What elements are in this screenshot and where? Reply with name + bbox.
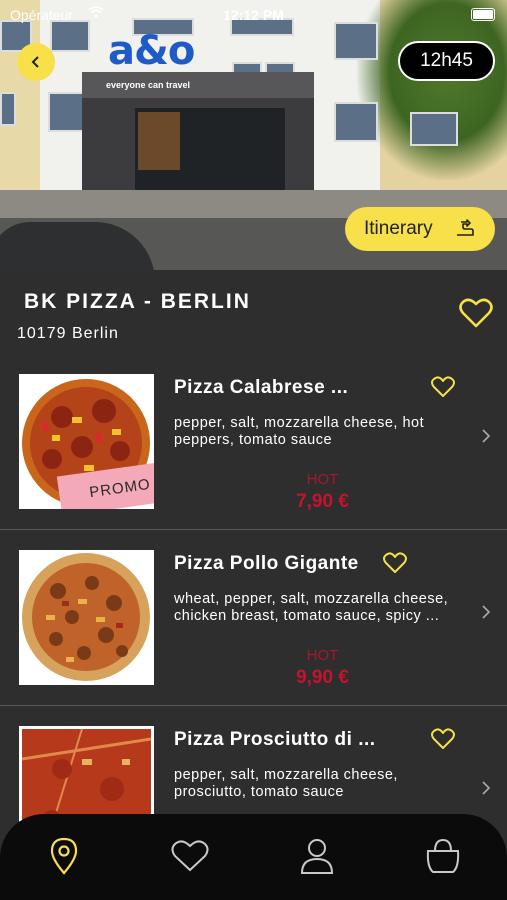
- item-title: Pizza Calabrese ...: [174, 377, 349, 398]
- item-description: wheat, pepper, salt, mozzarella cheese, …: [174, 591, 449, 624]
- favorite-restaurant-button[interactable]: [459, 297, 493, 334]
- item-title: Pizza Prosciutto di ...: [174, 729, 376, 750]
- hotel-logo: a&o: [108, 28, 195, 74]
- pizza-image: PROMO: [19, 374, 154, 509]
- menu-item-1[interactable]: PROMO Pizza Calabrese ... pepper, salt, …: [0, 354, 507, 530]
- favorite-item-button[interactable]: [383, 552, 407, 579]
- battery-icon: [471, 8, 495, 21]
- time-badge: 12h45: [398, 41, 495, 81]
- heart-icon: [431, 728, 455, 749]
- back-button[interactable]: [17, 43, 55, 81]
- basket-icon: [426, 838, 460, 873]
- itinerary-button[interactable]: Itinerary: [345, 207, 495, 251]
- restaurant-address: 10179 Berlin: [17, 325, 119, 342]
- item-title: Pizza Pollo Gigante: [174, 553, 359, 574]
- item-price: 7,90 €: [296, 491, 349, 512]
- tab-basket[interactable]: [423, 836, 463, 876]
- map-pin-icon: [50, 837, 78, 875]
- tab-map[interactable]: [44, 836, 84, 876]
- status-bar: Opérateur 12:12 PM: [0, 0, 507, 28]
- chevron-left-icon: [31, 56, 39, 68]
- chevron-right-icon: [481, 428, 491, 449]
- tab-profile[interactable]: [297, 836, 337, 876]
- restaurant-name: BK PIZZA - BERLIN: [24, 290, 251, 313]
- menu-item-2[interactable]: Pizza Pollo Gigante wheat, pepper, salt,…: [0, 530, 507, 706]
- itinerary-label: Itinerary: [364, 218, 433, 239]
- favorite-item-button[interactable]: [431, 728, 455, 755]
- tab-favorites[interactable]: [170, 836, 210, 876]
- heart-icon: [459, 298, 493, 328]
- item-description: pepper, salt, mozzarella cheese, hot pep…: [174, 415, 425, 448]
- favorite-item-button[interactable]: [431, 376, 455, 403]
- pizza-image: [19, 550, 154, 685]
- heart-icon: [383, 552, 407, 573]
- directions-icon: [455, 219, 475, 243]
- heart-icon: [171, 840, 209, 872]
- entrance-sign: everyone can travel: [106, 80, 191, 90]
- item-tag: HOT: [306, 647, 339, 664]
- user-icon: [300, 839, 334, 874]
- item-description: pepper, salt, mozzarella cheese, prosciu…: [174, 767, 398, 800]
- heart-icon: [431, 376, 455, 397]
- item-tag: HOT: [306, 471, 339, 488]
- item-price: 9,90 €: [296, 667, 349, 688]
- chevron-right-icon: [481, 780, 491, 801]
- status-time: 12:12 PM: [223, 7, 284, 23]
- chevron-right-icon: [481, 604, 491, 625]
- time-badge-label: 12h45: [420, 50, 473, 71]
- tab-bar: [0, 814, 507, 900]
